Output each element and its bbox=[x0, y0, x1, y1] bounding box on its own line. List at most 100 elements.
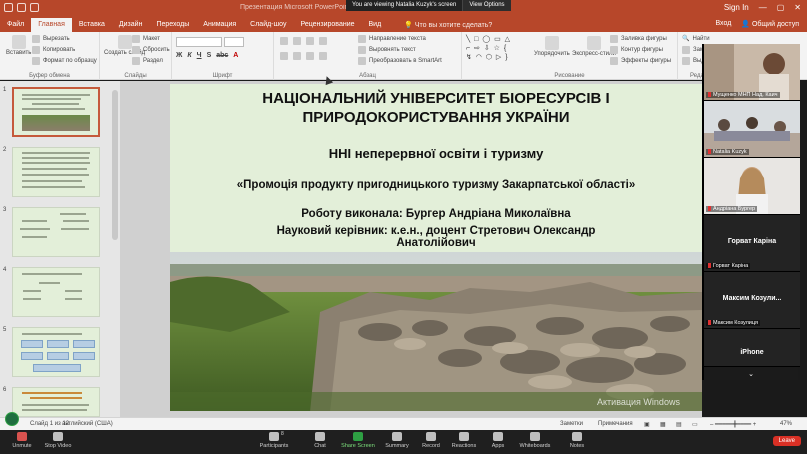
save-icon[interactable] bbox=[4, 3, 13, 12]
zoom-level[interactable]: 47% bbox=[780, 421, 792, 427]
tab-insert[interactable]: Вставка bbox=[72, 18, 112, 32]
leave-button[interactable]: Leave bbox=[772, 436, 801, 446]
comments-button[interactable]: Примечания bbox=[598, 421, 633, 427]
reading-view-icon[interactable]: ▤ bbox=[676, 421, 682, 428]
zoom-app-icon[interactable] bbox=[5, 412, 19, 426]
stop-video-button[interactable]: Stop Video bbox=[38, 432, 78, 449]
participants-button[interactable]: Participants bbox=[254, 432, 294, 449]
current-slide[interactable]: НАЦІОНАЛЬНИЙ УНІВЕРСИТЕТ БІОРЕСУРСІВ І П… bbox=[170, 84, 702, 411]
slide-thumbnail-5[interactable] bbox=[12, 327, 100, 377]
smartart-button[interactable]: Преобразовать в SmartArt bbox=[358, 57, 442, 65]
shadow-icon[interactable]: S bbox=[207, 52, 212, 59]
apps-button[interactable]: Apps bbox=[478, 432, 518, 449]
participant-tile[interactable]: Горват Каріна Горват Каріна bbox=[704, 215, 800, 272]
notes-button[interactable]: Notes bbox=[557, 432, 597, 449]
reset-button[interactable]: Сбросить bbox=[132, 46, 170, 54]
whiteboards-button[interactable]: Whiteboards bbox=[515, 432, 555, 449]
strikethrough-icon[interactable]: abc bbox=[216, 52, 228, 59]
italic-icon[interactable]: К bbox=[187, 52, 191, 59]
people-icon bbox=[269, 432, 279, 441]
new-slide-icon bbox=[117, 35, 132, 49]
view-options-button[interactable]: View Options bbox=[462, 0, 511, 11]
underline-icon[interactable]: Ч bbox=[197, 52, 202, 59]
slideshow-icon[interactable]: ▭ bbox=[692, 421, 698, 428]
participant-tile[interactable]: Natalia Kuzyk bbox=[704, 101, 800, 158]
shape-fill-button[interactable]: Заливка фигуры bbox=[610, 35, 667, 43]
align-text-button[interactable]: Выровнять текст bbox=[358, 46, 416, 54]
align-right-icon[interactable] bbox=[306, 52, 314, 60]
tell-me-search[interactable]: 💡 Что вы хотите сделать? bbox=[398, 18, 498, 32]
chat-button[interactable]: Chat bbox=[300, 432, 340, 449]
tab-slideshow[interactable]: Слайд-шоу bbox=[243, 18, 293, 32]
minimize-icon[interactable]: — bbox=[759, 3, 767, 12]
zoom-slider[interactable]: – ━━━━━╋━━━━ + bbox=[710, 421, 756, 428]
drawing-group: ╲ □ ◯ ▭ △ ⌐ ⇨ ⇩ ☆ {↯ ◠ ⬡ ▷ } Упорядочить … bbox=[462, 32, 678, 80]
participant-tile[interactable]: Мущенко МНП Над. Каич bbox=[704, 44, 800, 101]
tab-review[interactable]: Рецензирование bbox=[293, 18, 361, 32]
notes-button[interactable]: Заметки bbox=[560, 421, 583, 427]
shape-outline-button[interactable]: Контур фигуры bbox=[610, 46, 663, 54]
scissors-icon bbox=[32, 35, 40, 43]
participant-name: Андріана Бургер bbox=[706, 206, 758, 212]
slide-thumbnail-2[interactable] bbox=[12, 147, 100, 197]
share-button[interactable]: 👤 Общий доступ bbox=[741, 20, 799, 28]
font-size-field[interactable] bbox=[224, 37, 244, 47]
text-direction-button[interactable]: Направление текста bbox=[358, 35, 426, 43]
outdent-icon[interactable] bbox=[319, 37, 327, 45]
font-color-icon[interactable]: A bbox=[233, 52, 238, 59]
format-painter-button[interactable]: Формат по образцу bbox=[32, 57, 97, 65]
chevron-down-icon[interactable]: ⌄ bbox=[704, 370, 798, 378]
close-icon[interactable]: ✕ bbox=[794, 3, 801, 12]
font-name-field[interactable] bbox=[176, 37, 222, 47]
bold-icon[interactable]: Ж bbox=[176, 52, 182, 59]
section-button[interactable]: Раздел bbox=[132, 57, 163, 65]
bullets-icon[interactable] bbox=[280, 37, 288, 45]
summary-icon bbox=[392, 432, 402, 441]
justify-icon[interactable] bbox=[319, 52, 327, 60]
slide-thumbnail-1[interactable] bbox=[12, 87, 100, 137]
shape-effects-label: Эффекты фигуры bbox=[621, 58, 672, 64]
numbering-icon[interactable] bbox=[293, 37, 301, 45]
arrange-button[interactable]: Упорядочить bbox=[534, 36, 570, 57]
tab-view[interactable]: Вид bbox=[362, 18, 389, 32]
redo-icon[interactable] bbox=[30, 3, 39, 12]
unmute-button[interactable]: Unmute bbox=[2, 432, 42, 449]
notes-icon bbox=[572, 432, 582, 441]
cut-button[interactable]: Вырезать bbox=[32, 35, 70, 43]
align-center-icon[interactable] bbox=[293, 52, 301, 60]
muted-mic-icon bbox=[17, 432, 27, 441]
copy-button[interactable]: Копировать bbox=[32, 46, 75, 54]
align-left-icon[interactable] bbox=[280, 52, 288, 60]
tab-animations[interactable]: Анимация bbox=[196, 18, 243, 32]
undo-icon[interactable] bbox=[17, 3, 26, 12]
maximize-icon[interactable]: ▢ bbox=[777, 3, 785, 12]
slides-group-label: Слайды bbox=[124, 73, 147, 79]
participant-tile[interactable]: iPhone bbox=[704, 329, 800, 367]
thumbnails-scrollbar[interactable] bbox=[112, 90, 118, 240]
tab-file[interactable]: Файл bbox=[0, 18, 31, 32]
layout-button[interactable]: Макет bbox=[132, 35, 160, 43]
normal-view-icon[interactable]: ▣ bbox=[644, 421, 650, 428]
slide-thumbnails-pane[interactable]: 1 2 3 4 5 6 bbox=[0, 81, 120, 417]
tab-transitions[interactable]: Переходы bbox=[149, 18, 196, 32]
shape-outline-label: Контур фигуры bbox=[621, 47, 663, 53]
shapes-gallery[interactable]: ╲ □ ◯ ▭ △ ⌐ ⇨ ⇩ ☆ {↯ ◠ ⬡ ▷ } bbox=[466, 35, 528, 65]
share-screen-button[interactable]: Share Screen bbox=[338, 432, 378, 449]
slide-thumbnail-4[interactable] bbox=[12, 267, 100, 317]
align-text-label: Выровнять текст bbox=[369, 47, 416, 53]
find-button[interactable]: 🔍 Найти bbox=[682, 35, 710, 43]
participant-tile[interactable]: Максим Козули... Максим Козулиця bbox=[704, 272, 800, 329]
paste-button[interactable]: Вставить bbox=[6, 35, 31, 56]
shape-effects-button[interactable]: Эффекты фигуры bbox=[610, 57, 671, 65]
participant-tile[interactable]: Андріана Бургер bbox=[704, 158, 800, 215]
record-icon bbox=[426, 432, 436, 441]
indent-icon[interactable] bbox=[306, 37, 314, 45]
tab-design[interactable]: Дизайн bbox=[112, 18, 150, 32]
slide-thumbnail-6[interactable] bbox=[12, 387, 100, 417]
tab-home[interactable]: Главная bbox=[31, 18, 72, 32]
signin-link[interactable]: Sign In bbox=[724, 3, 749, 12]
language-indicator[interactable]: английский (США) bbox=[62, 421, 113, 427]
slide-thumbnail-3[interactable] bbox=[12, 207, 100, 257]
slide-sorter-icon[interactable]: ▦ bbox=[660, 421, 666, 428]
login-link[interactable]: Вход bbox=[715, 20, 731, 28]
